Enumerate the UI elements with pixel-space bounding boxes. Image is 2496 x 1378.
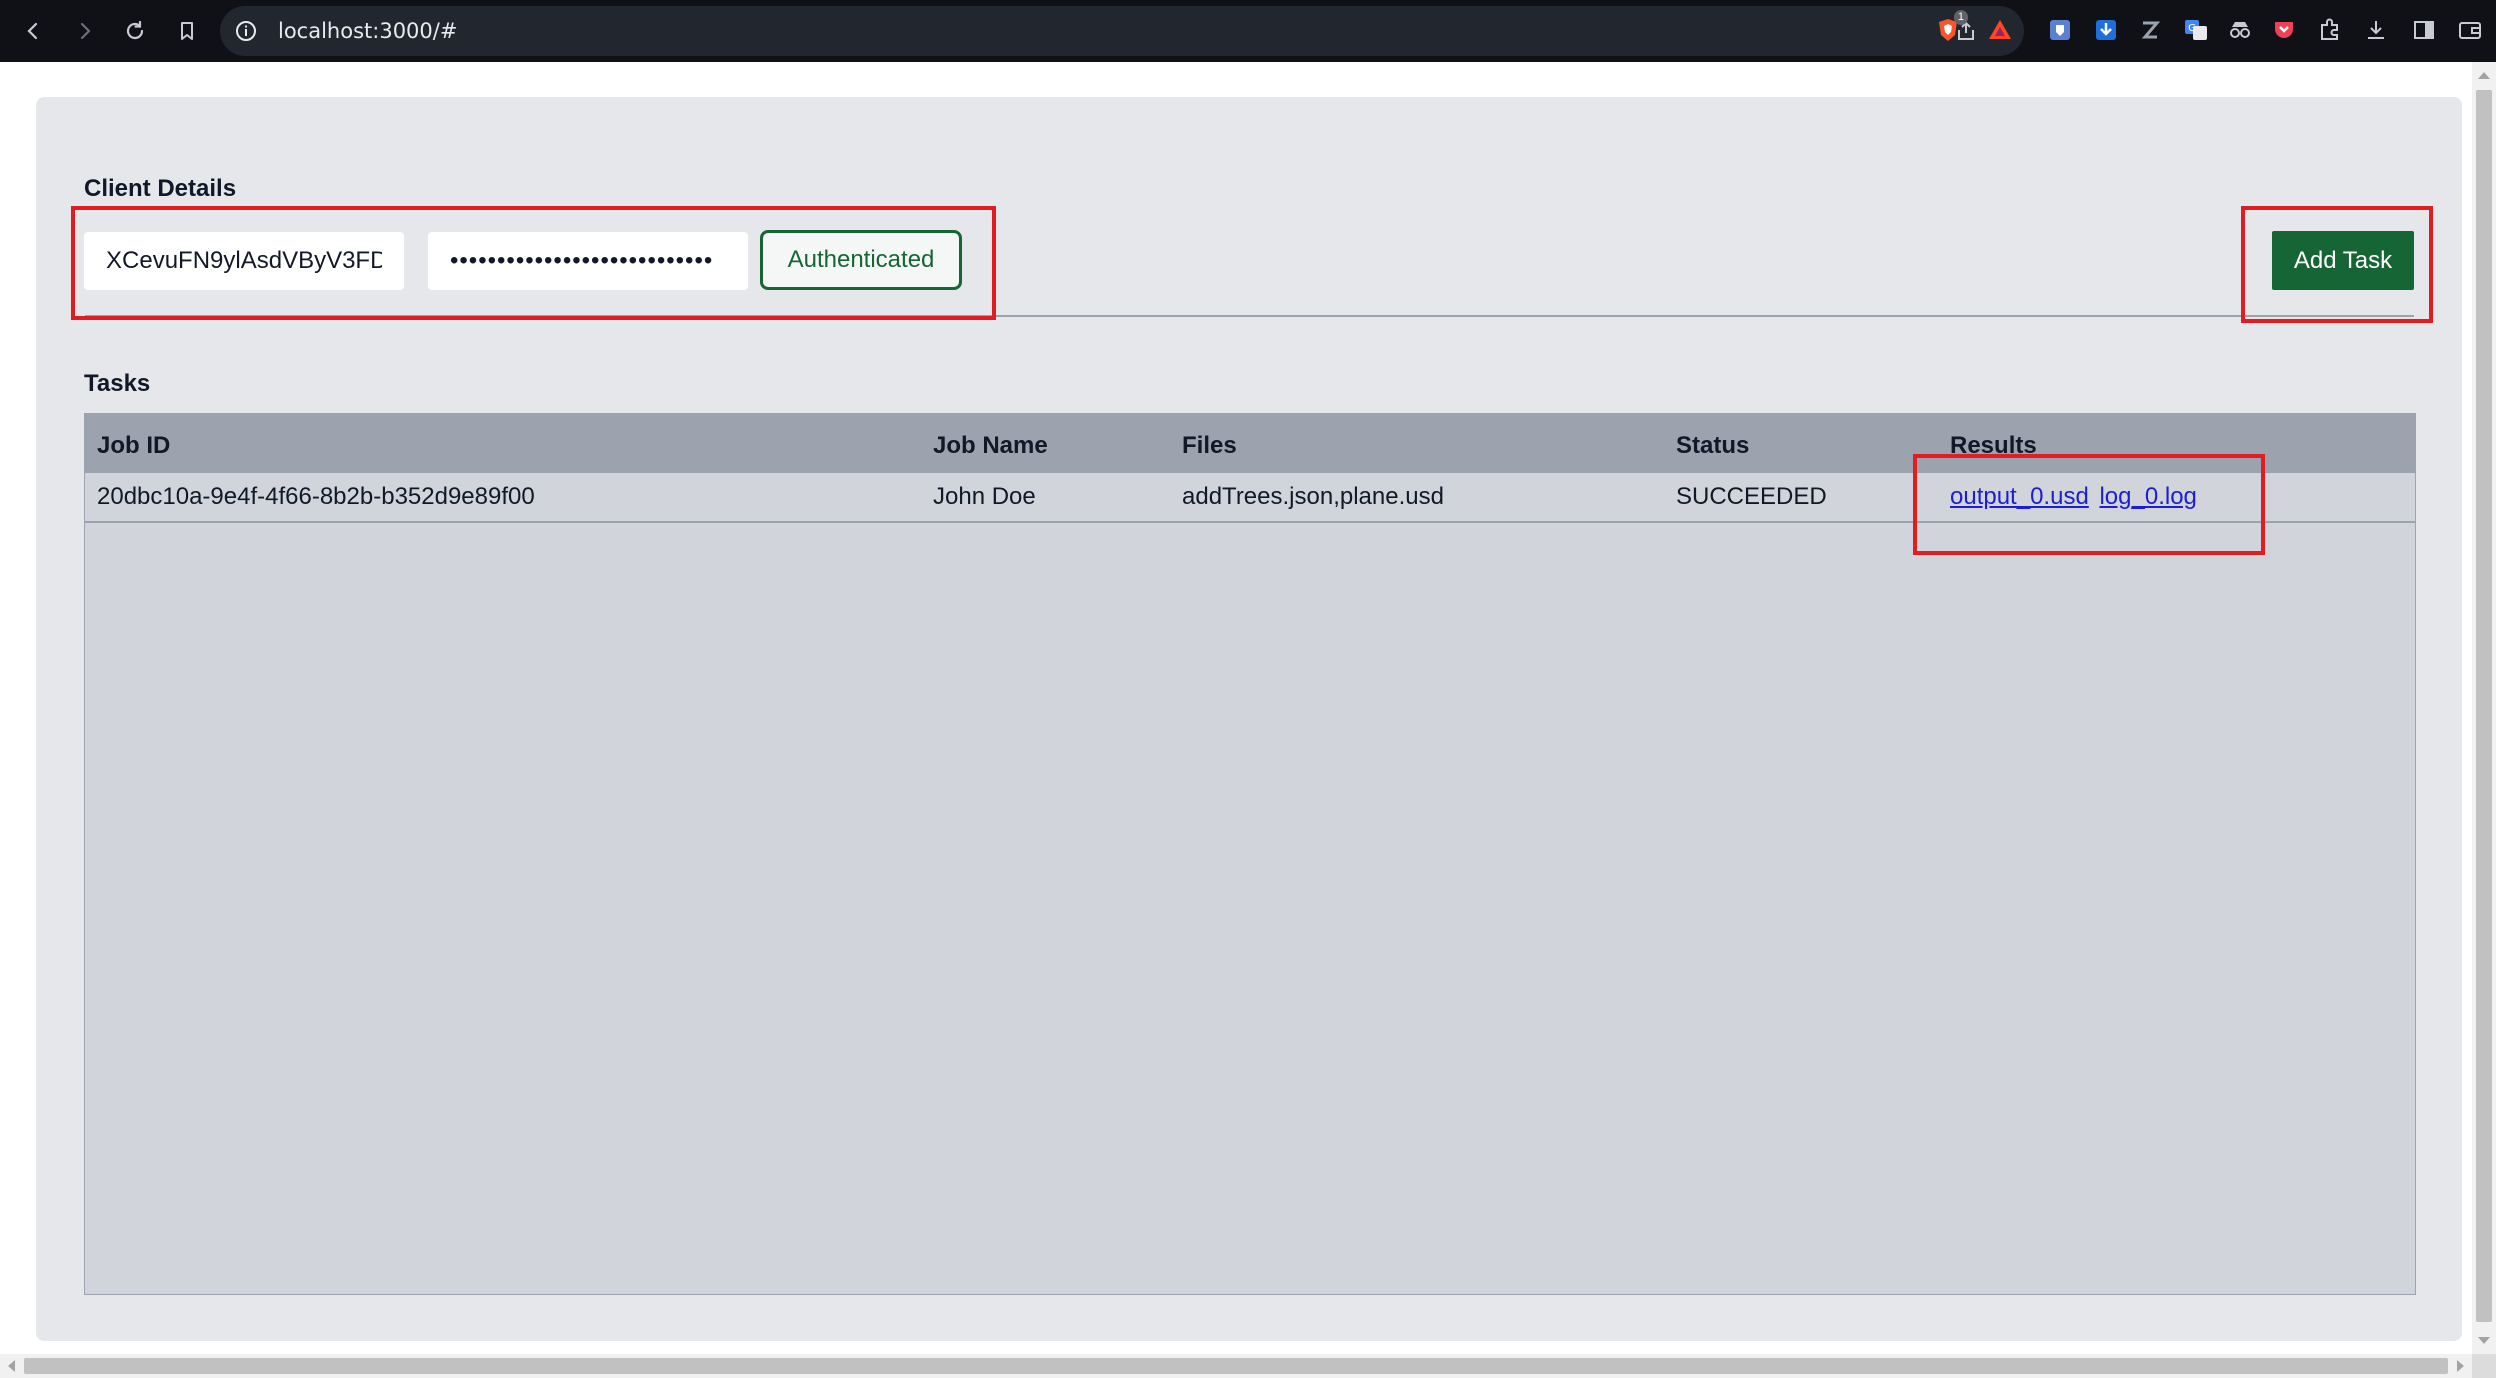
column-header-job-id: Job ID bbox=[97, 432, 171, 459]
extensions-menu-button[interactable] bbox=[2314, 14, 2346, 46]
vertical-scrollbar[interactable] bbox=[2472, 62, 2496, 1354]
scroll-down-arrow-icon[interactable] bbox=[2478, 1337, 2490, 1344]
sidebar-toggle-button[interactable] bbox=[2408, 14, 2440, 46]
extension-downloader[interactable] bbox=[2090, 14, 2122, 46]
extension-translate[interactable]: G bbox=[2180, 14, 2212, 46]
brave-shields-button[interactable]: 1 bbox=[1932, 10, 1968, 46]
column-header-files: Files bbox=[1182, 432, 1237, 459]
extension-z[interactable] bbox=[2134, 14, 2166, 46]
wallet-icon bbox=[2459, 22, 2481, 39]
download-icon bbox=[2368, 21, 2384, 39]
bookmark-button[interactable] bbox=[168, 12, 206, 50]
svg-text:G: G bbox=[2188, 23, 2196, 34]
bookmark-icon bbox=[181, 22, 193, 40]
add-task-highlight bbox=[2241, 206, 2433, 323]
brave-rewards-button[interactable] bbox=[1984, 14, 2016, 46]
pocket-icon bbox=[2275, 22, 2293, 38]
back-arrow-icon bbox=[27, 22, 38, 40]
files-cell: addTrees.json,plane.usd bbox=[1182, 483, 1444, 510]
results-links-highlight bbox=[1913, 454, 2265, 555]
back-button[interactable] bbox=[14, 12, 52, 50]
sidebar-icon bbox=[2414, 21, 2434, 39]
tasks-heading: Tasks bbox=[84, 370, 151, 397]
job-name-cell: John Doe bbox=[933, 483, 1036, 510]
browser-toolbar: localhost:3000/# 1 G bbox=[0, 0, 2496, 63]
extension-incognito[interactable] bbox=[2224, 14, 2256, 46]
bitwarden-icon bbox=[2050, 20, 2070, 40]
z-letter-icon bbox=[2141, 21, 2161, 39]
column-header-job-name: Job Name bbox=[933, 432, 1048, 459]
forward-button[interactable] bbox=[66, 12, 104, 50]
translate-icon: G bbox=[2185, 20, 2207, 40]
scrollbar-corner bbox=[2472, 1354, 2496, 1378]
extension-bitwarden[interactable] bbox=[2044, 14, 2076, 46]
scroll-up-arrow-icon[interactable] bbox=[2478, 72, 2490, 79]
reload-button[interactable] bbox=[116, 12, 154, 50]
wallet-button[interactable] bbox=[2454, 14, 2486, 46]
job-id-cell: 20dbc10a-9e4f-4f66-8b2b-b352d9e89f00 bbox=[97, 483, 535, 510]
forward-arrow-icon bbox=[80, 22, 91, 40]
column-header-status: Status bbox=[1676, 432, 1750, 459]
spy-glasses-icon bbox=[2230, 22, 2250, 38]
vertical-scroll-thumb[interactable] bbox=[2476, 90, 2492, 1322]
address-bar[interactable]: localhost:3000/# bbox=[220, 6, 2024, 56]
extension-pocket[interactable] bbox=[2268, 14, 2300, 46]
shield-count-badge: 1 bbox=[1953, 10, 1968, 25]
status-cell: SUCCEEDED bbox=[1676, 483, 1827, 510]
downloads-button[interactable] bbox=[2360, 14, 2392, 46]
scroll-right-arrow-icon[interactable] bbox=[2457, 1360, 2464, 1372]
horizontal-scroll-thumb[interactable] bbox=[24, 1358, 2448, 1374]
client-credentials-highlight bbox=[71, 206, 996, 320]
reload-icon bbox=[126, 20, 144, 40]
puzzle-piece-icon bbox=[2321, 18, 2338, 40]
scroll-left-arrow-icon[interactable] bbox=[8, 1360, 15, 1372]
horizontal-scrollbar[interactable] bbox=[0, 1354, 2472, 1378]
bat-triangle-icon bbox=[1989, 20, 2011, 39]
download-arrow-blue-icon bbox=[2096, 20, 2116, 40]
site-info-icon[interactable] bbox=[234, 19, 258, 43]
url-text[interactable]: localhost:3000/# bbox=[278, 6, 457, 56]
client-details-heading: Client Details bbox=[84, 175, 237, 202]
